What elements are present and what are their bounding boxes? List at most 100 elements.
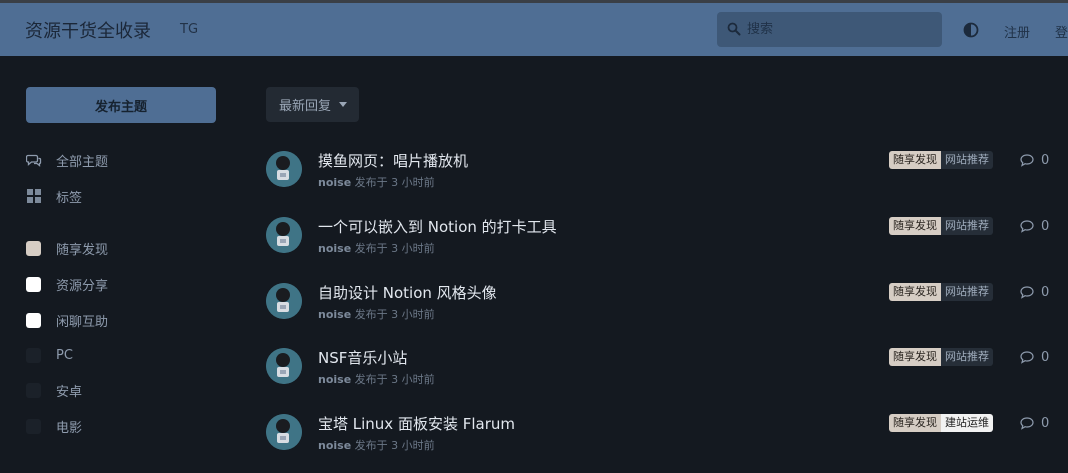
tag-label: 资源分享	[56, 278, 109, 294]
discussion-meta: noise 发布于 3 小时前	[318, 306, 435, 322]
author-name[interactable]: noise	[318, 308, 351, 321]
comment-icon	[1020, 350, 1034, 364]
reply-count: 0	[1020, 348, 1049, 366]
site-header: 资源干货全收录 TG 注册 登	[0, 3, 1068, 56]
reply-count-value: 0	[1041, 349, 1050, 365]
sidebar-tag-discover[interactable]: 随享发现	[26, 238, 108, 258]
astronaut-avatar-icon	[266, 414, 302, 450]
reply-count-value: 0	[1041, 415, 1050, 431]
tag-badge-secondary[interactable]: 建站运维	[941, 414, 993, 432]
sidebar-tag-resources[interactable]: 资源分享	[26, 274, 108, 294]
nav-all-discussions[interactable]: 全部主题	[26, 150, 108, 170]
tag-badge-primary[interactable]: 随享发现	[889, 217, 941, 235]
avatar[interactable]	[266, 348, 302, 384]
tag-badge-secondary[interactable]: 网站推荐	[941, 217, 993, 235]
tag-badge-primary[interactable]: 随享发现	[889, 414, 941, 432]
reply-count: 0	[1020, 217, 1049, 235]
discussion-tags: 随享发现 建站运维	[889, 414, 993, 432]
discussion-meta: noise 发布于 3 小时前	[318, 240, 435, 256]
reply-count-value: 0	[1041, 218, 1050, 234]
tag-badge-secondary[interactable]: 网站推荐	[941, 348, 993, 366]
reply-count: 0	[1020, 151, 1049, 169]
discussion-meta: noise 发布于 3 小时前	[318, 371, 435, 387]
discussion-meta: noise 发布于 3 小时前	[318, 174, 435, 190]
tag-label: 闲聊互助	[56, 314, 109, 330]
reply-count: 0	[1020, 283, 1049, 301]
theme-toggle-icon[interactable]	[963, 22, 979, 38]
astronaut-avatar-icon	[266, 217, 302, 253]
sort-dropdown[interactable]: 最新回复	[266, 87, 359, 122]
comment-icon	[1020, 416, 1034, 430]
discussion-tags: 随享发现 网站推荐	[889, 217, 993, 235]
tag-color-swatch	[26, 382, 41, 398]
discussion-tags: 随享发现 网站推荐	[889, 283, 993, 301]
sidebar-tag-movies[interactable]: 电影	[26, 416, 82, 436]
discussion-item[interactable]: 宝塔 Linux 面板安装 Flarum noise 发布于 3 小时前 随享发…	[266, 414, 1056, 470]
post-time: 发布于 3 小时前	[354, 176, 435, 189]
tag-badge-primary[interactable]: 随享发现	[889, 151, 941, 169]
avatar[interactable]	[266, 283, 302, 319]
reply-count: 0	[1020, 414, 1049, 432]
tg-link[interactable]: TG	[180, 22, 198, 37]
sidebar-tag-chat[interactable]: 闲聊互助	[26, 310, 108, 330]
tag-label: 安卓	[56, 384, 83, 400]
avatar[interactable]	[266, 217, 302, 253]
discussion-tags: 随享发现 网站推荐	[889, 151, 993, 169]
tags-grid-icon	[27, 189, 41, 203]
discussion-item[interactable]: 自助设计 Notion 风格头像 noise 发布于 3 小时前 随享发现 网站…	[266, 283, 1056, 339]
tag-color-swatch	[26, 418, 41, 434]
discussion-item[interactable]: 一个可以嵌入到 Notion 的打卡工具 noise 发布于 3 小时前 随享发…	[266, 217, 1056, 273]
discussion-item[interactable]: NSF音乐小站 noise 发布于 3 小时前 随享发现 网站推荐 0	[266, 348, 1056, 404]
avatar[interactable]	[266, 151, 302, 187]
comment-icon	[1020, 153, 1034, 167]
comment-icon	[1020, 285, 1034, 299]
nav-label: 全部主题	[56, 154, 109, 170]
nav-label: 标签	[56, 190, 83, 206]
search-icon	[727, 22, 741, 36]
tag-color-swatch	[26, 240, 41, 256]
tag-color-swatch	[26, 276, 41, 292]
discussion-meta: noise 发布于 3 小时前	[318, 437, 435, 453]
login-link[interactable]: 登	[1055, 22, 1068, 41]
start-discussion-button[interactable]: 发布主题	[26, 87, 216, 123]
discussion-title[interactable]: NSF音乐小站	[318, 347, 407, 368]
discussion-title[interactable]: 摸鱼网页：唱片播放机	[318, 150, 468, 171]
tag-color-swatch	[26, 312, 41, 328]
tag-color-swatch	[26, 347, 41, 363]
site-title[interactable]: 资源干货全收录	[25, 17, 151, 43]
discussion-item[interactable]: 摸鱼网页：唱片播放机 noise 发布于 3 小时前 随享发现 网站推荐 0	[266, 151, 1056, 207]
discussion-title[interactable]: 一个可以嵌入到 Notion 的打卡工具	[318, 216, 557, 237]
author-name[interactable]: noise	[318, 373, 351, 386]
tag-label: 随享发现	[56, 242, 109, 258]
register-link[interactable]: 注册	[1004, 22, 1030, 41]
post-time: 发布于 3 小时前	[354, 242, 435, 255]
search-box[interactable]	[717, 12, 942, 47]
search-input[interactable]	[747, 12, 937, 47]
sort-label: 最新回复	[279, 99, 332, 114]
discussion-title[interactable]: 宝塔 Linux 面板安装 Flarum	[318, 413, 515, 434]
post-time: 发布于 3 小时前	[354, 308, 435, 321]
tag-badge-primary[interactable]: 随享发现	[889, 283, 941, 301]
author-name[interactable]: noise	[318, 176, 351, 189]
tag-badge-secondary[interactable]: 网站推荐	[941, 283, 993, 301]
sidebar-tag-android[interactable]: 安卓	[26, 380, 82, 400]
caret-down-icon	[339, 102, 348, 107]
reply-count-value: 0	[1041, 284, 1050, 300]
author-name[interactable]: noise	[318, 439, 351, 452]
astronaut-avatar-icon	[266, 151, 302, 187]
comments-icon	[26, 154, 42, 167]
tag-badge-secondary[interactable]: 网站推荐	[941, 151, 993, 169]
tag-badge-primary[interactable]: 随享发现	[889, 348, 941, 366]
discussion-tags: 随享发现 网站推荐	[889, 348, 993, 366]
nav-tags[interactable]: 标签	[26, 186, 82, 206]
sidebar-tag-pc[interactable]: PC	[26, 345, 73, 365]
tag-label: PC	[56, 347, 73, 363]
post-time: 发布于 3 小时前	[354, 373, 435, 386]
comment-icon	[1020, 219, 1034, 233]
post-time: 发布于 3 小时前	[354, 439, 435, 452]
author-name[interactable]: noise	[318, 242, 351, 255]
discussion-title[interactable]: 自助设计 Notion 风格头像	[318, 282, 497, 303]
avatar[interactable]	[266, 414, 302, 450]
astronaut-avatar-icon	[266, 283, 302, 319]
tag-label: 电影	[56, 420, 83, 436]
